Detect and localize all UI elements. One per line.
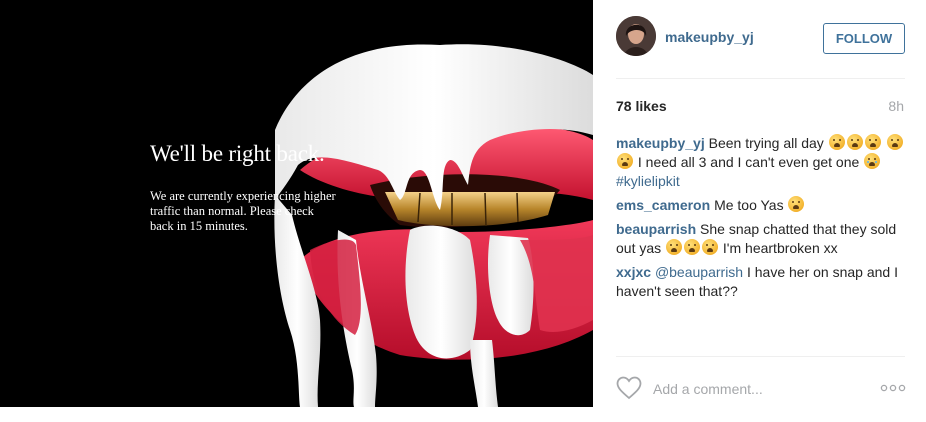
tired-face-emoji [886,134,903,150]
comment: xxjxc @beauparrish I have her on snap an… [616,263,908,301]
follow-button[interactable]: FOLLOW [823,23,905,54]
tired-face-emoji [684,239,701,255]
avatar-image [616,16,656,56]
tired-face-emoji [846,134,863,150]
overlay-message: We are currently experiencing higher tra… [150,189,336,233]
comment: beauparrish She snap chatted that they s… [616,220,908,258]
comment: makeupby_yj Been trying all day I need a… [616,134,908,191]
post-sidebar: makeupby_yj FOLLOW 78 likes 8h makeupby_… [593,0,926,422]
tired-face-emoji [666,239,683,255]
comment-username[interactable]: beauparrish [616,221,696,237]
tired-face-emoji [788,196,805,212]
avatar[interactable] [616,16,656,56]
tired-face-emoji [702,239,719,255]
comment-text: Been trying all day [708,135,824,151]
more-options-icon[interactable] [880,381,906,395]
divider [616,78,905,79]
crying-face-emoji [864,153,881,169]
overlay-title: We'll be right back. [150,141,325,166]
comment-username[interactable]: makeupby_yj [616,135,705,151]
post-header: makeupby_yj FOLLOW [593,0,926,78]
heart-icon[interactable] [616,376,642,400]
comment-username[interactable]: ems_cameron [616,197,710,213]
comment-text: I'm heartbroken xx [722,240,838,256]
tired-face-emoji [617,153,633,169]
comment-username[interactable]: xxjxc [616,264,651,280]
mention-link[interactable]: @beauparrish [655,264,743,280]
post-timestamp: 8h [888,98,904,114]
comment-text: Me too Yas [714,197,784,213]
likes-count[interactable]: 78 likes [616,98,667,114]
add-comment-input[interactable] [653,379,863,399]
comment-text: I need all 3 and I can't even get one [637,154,860,170]
comment-footer [593,357,926,422]
comment-list: makeupby_yj Been trying all day I need a… [616,134,908,306]
tired-face-emoji [828,134,845,150]
post-photo[interactable]: We'll be right back. We are currently ex… [0,0,593,407]
hashtag-link[interactable]: #kylielipkit [616,173,680,189]
comment: ems_cameron Me too Yas [616,196,908,215]
tired-face-emoji [864,134,881,150]
post-author-username[interactable]: makeupby_yj [665,29,754,45]
